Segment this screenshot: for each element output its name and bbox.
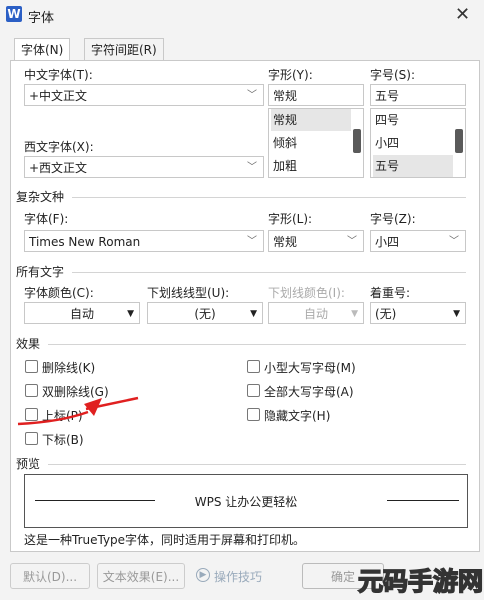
text-effects-button[interactable]: 文本效果(E)...	[97, 563, 185, 589]
default-button[interactable]: 默认(D)...	[10, 563, 90, 589]
tips-link[interactable]: 操作技巧	[214, 568, 262, 585]
divider	[48, 464, 466, 465]
watermark-logo: 元码手游网	[357, 566, 484, 597]
preview-heading: 预览	[16, 457, 41, 471]
preview-text: WPS 让办公更轻松	[194, 495, 298, 509]
font-note: 这是一种TrueType字体，同时适用于屏幕和打印机。	[24, 533, 306, 547]
font-dialog: W 字体 ✕ 字体(N) 字符间距(R) 中文字体(T): +中文正文 ﹀ 字形…	[0, 0, 484, 600]
preview-box: WPS 让办公更轻松	[24, 474, 468, 528]
play-icon: ▶	[196, 568, 210, 582]
